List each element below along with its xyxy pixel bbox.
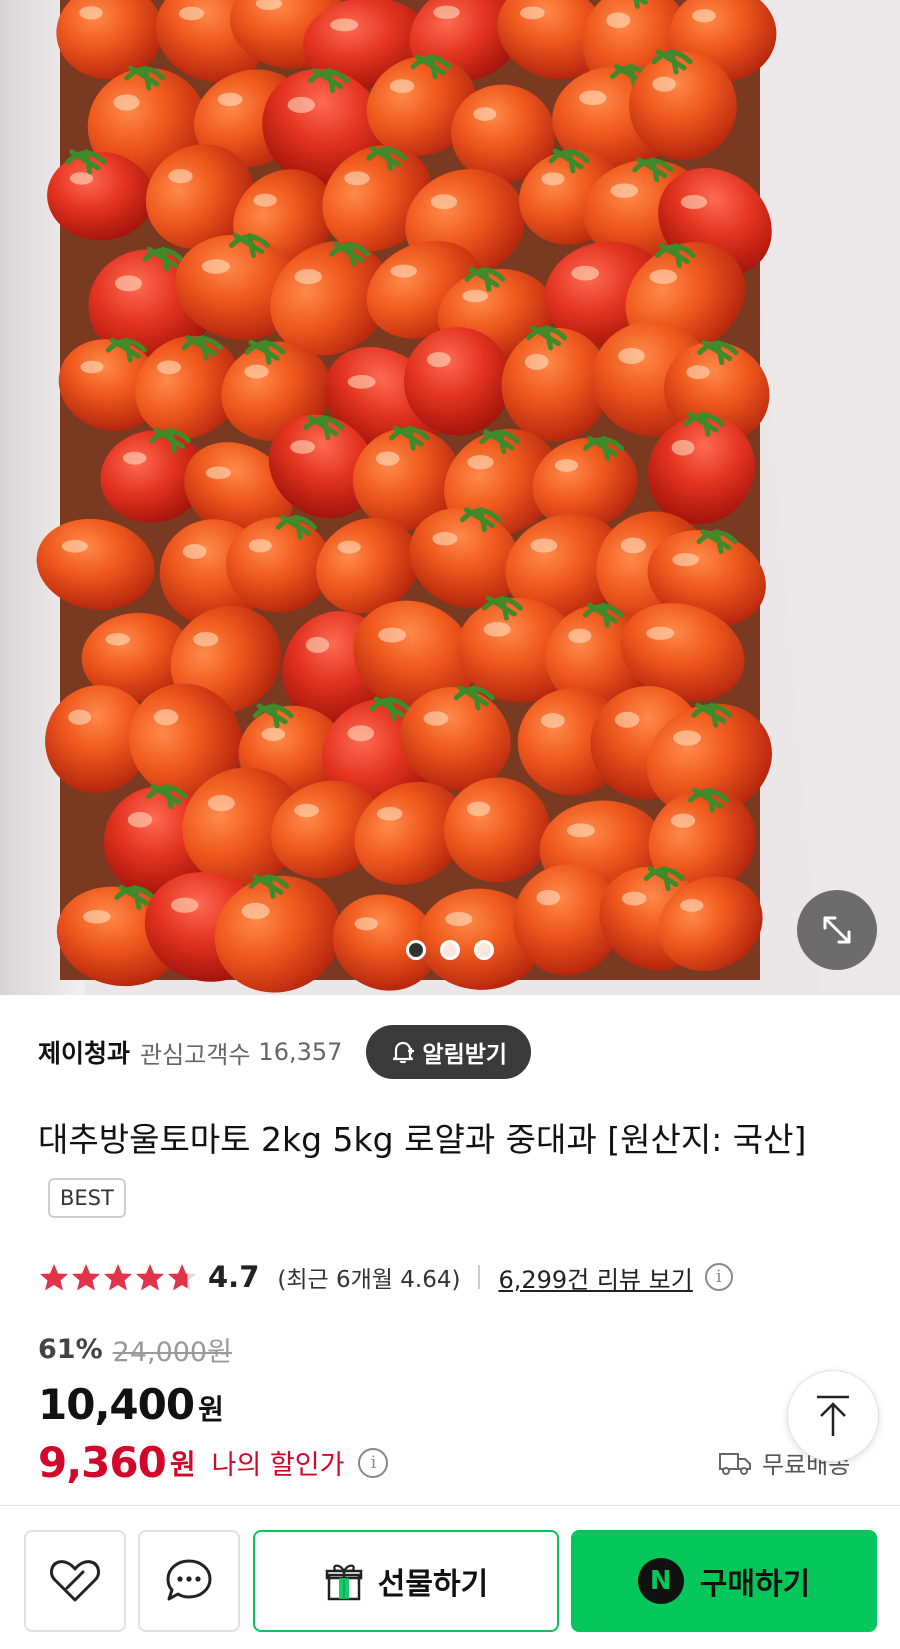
discount-info: 61% 24,000원 [38, 1330, 232, 1369]
pager-dot-2[interactable] [440, 940, 460, 960]
gift-button[interactable]: 선물하기 [253, 1530, 559, 1632]
pager-dot-1[interactable] [406, 940, 426, 960]
sale-price-value: 10,400 [38, 1380, 195, 1429]
my-price-value: 9,360 [38, 1438, 167, 1487]
arrow-up-icon [817, 1395, 849, 1436]
star-icon [72, 1264, 100, 1291]
star-icon [136, 1264, 164, 1291]
expand-image-button[interactable] [797, 890, 877, 970]
tomato-photo [0, 0, 900, 995]
expand-icon [823, 916, 851, 944]
buy-label: 구매하기 [699, 1567, 811, 1602]
watchers-label: 관심고객수 [140, 1040, 251, 1069]
bell-plus-icon [393, 1041, 415, 1064]
best-badge: BEST [48, 1178, 126, 1218]
currency-label: 원 [198, 1393, 224, 1426]
sale-price: 10,400 원 [38, 1380, 224, 1429]
original-price: 24,000원 [112, 1337, 232, 1368]
watchers-count: 16,357 [258, 1038, 343, 1066]
product-title-text: 대추방울토마토 2kg 5kg 로얄과 중대과 [원산지: 국산] [38, 1120, 807, 1159]
store-name[interactable]: 제이청과 [38, 1034, 130, 1070]
recent-rating: (최근 6개월 4.64) [277, 1267, 461, 1293]
star-icon [104, 1264, 132, 1291]
image-pager[interactable] [0, 940, 900, 960]
chat-bubble-icon [166, 1559, 212, 1601]
rating-score: 4.7 [208, 1260, 260, 1294]
notify-button[interactable]: 알림받기 [366, 1025, 532, 1079]
my-discount-price: 9,360 원 나의 할인가 i [38, 1438, 389, 1487]
wishlist-button[interactable] [24, 1530, 126, 1632]
truck-icon [719, 1452, 751, 1475]
pager-dot-3[interactable] [474, 940, 494, 960]
gift-label: 선물하기 [377, 1567, 489, 1602]
scroll-top-button[interactable] [787, 1370, 879, 1462]
notify-label: 알림받기 [422, 1042, 508, 1068]
talk-button[interactable] [138, 1530, 240, 1632]
product-title: 대추방울토마토 2kg 5kg 로얄과 중대과 [원산지: 국산] BEST [38, 1110, 858, 1230]
info-icon[interactable]: i [704, 1263, 733, 1291]
my-price-currency: 원 [169, 1447, 196, 1481]
review-link[interactable]: 6,299건 리뷰 보기 [498, 1260, 692, 1295]
discount-rate: 61% [38, 1334, 103, 1365]
buy-button[interactable]: N 구매하기 [571, 1530, 877, 1632]
rating-summary: 4.7 (최근 6개월 4.64) 6,299건 리뷰 보기 i [38, 1255, 733, 1299]
heart-icon [50, 1560, 100, 1602]
star-icon [40, 1264, 68, 1291]
info-icon[interactable]: i [358, 1447, 389, 1478]
my-price-label: 나의 할인가 [211, 1450, 345, 1481]
product-image[interactable] [0, 0, 900, 995]
star-icon [168, 1264, 196, 1291]
divider [478, 1265, 481, 1289]
gift-icon [325, 1564, 363, 1601]
star-rating [38, 1262, 198, 1292]
bottom-action-bar: 선물하기 N 구매하기 [0, 1505, 900, 1649]
naver-pay-icon: N [637, 1558, 684, 1604]
store-info: 제이청과 관심고객수 16,357 알림받기 [38, 1025, 532, 1079]
